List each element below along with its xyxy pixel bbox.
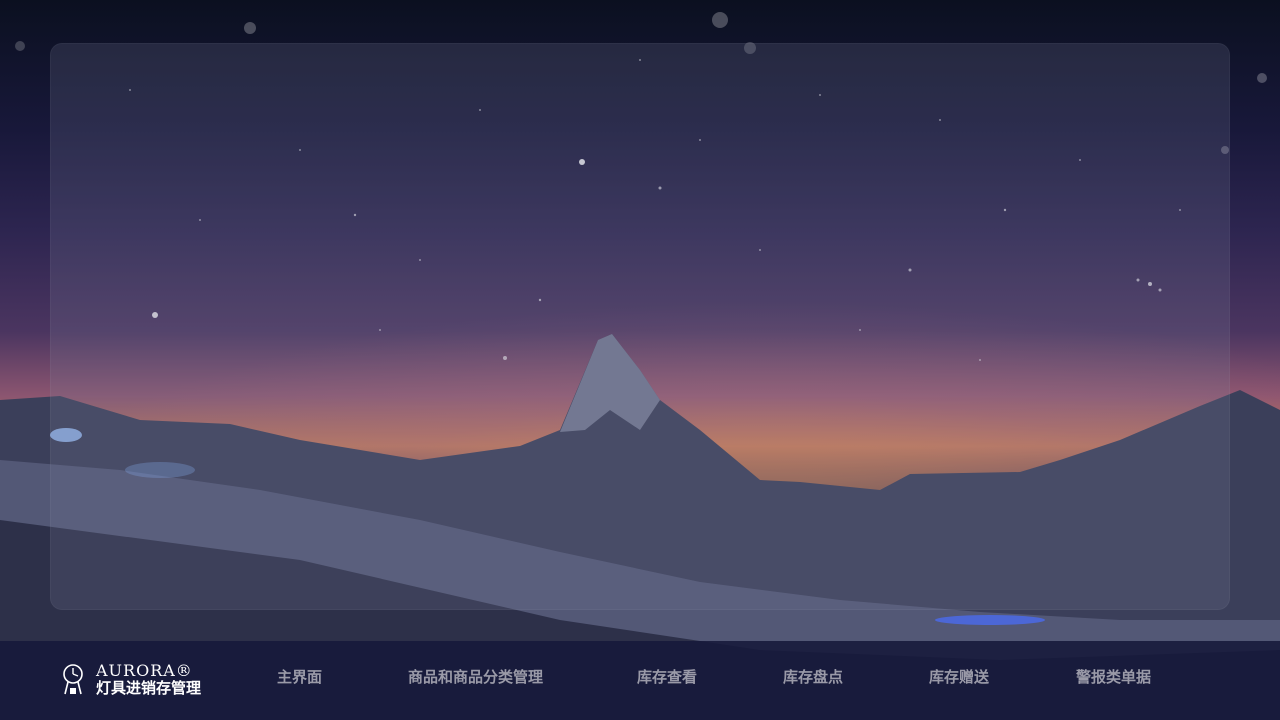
nav-item-inventory-count[interactable]: 库存盘点 (783, 665, 843, 689)
brand-subtitle: 灯具进销存管理 (96, 678, 202, 697)
nav-item-product-category-management[interactable]: 商品和商品分类管理 (408, 665, 543, 689)
bottom-navigation-bar: AURORA® 灯具进销存管理 主界面 商品和商品分类管理 库存查看 库存盘点 … (0, 641, 1280, 720)
content-panel (50, 43, 1230, 610)
nav-item-inventory-gift[interactable]: 库存赠送 (929, 665, 989, 689)
nav-item-inventory-view[interactable]: 库存查看 (637, 665, 697, 689)
aurora-logo-icon (63, 664, 83, 695)
nav-item-alert-documents[interactable]: 警报类单据 (1076, 665, 1151, 689)
brand-block: AURORA® 灯具进销存管理 (60, 657, 201, 701)
app-screen: AURORA® 灯具进销存管理 主界面 商品和商品分类管理 库存查看 库存盘点 … (0, 0, 1280, 720)
nav-item-main[interactable]: 主界面 (277, 665, 322, 689)
brand-name: AURORA® (96, 660, 193, 680)
